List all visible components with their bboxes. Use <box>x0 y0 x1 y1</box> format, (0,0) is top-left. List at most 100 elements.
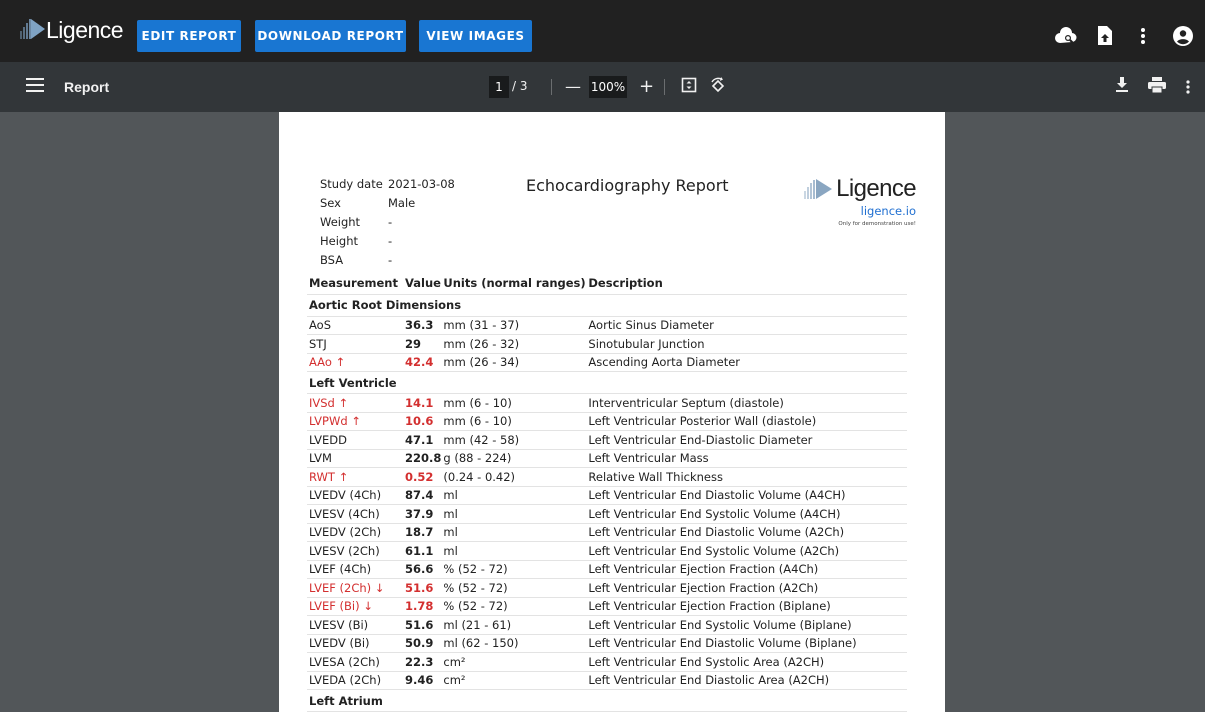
measurement-units: mm (42 - 58) <box>441 430 587 450</box>
measurement-name: LVESA (2Ch) <box>307 652 403 672</box>
measurement-description: Left Ventricular End Diastolic Volume (A… <box>586 486 907 505</box>
fit-page-icon[interactable] <box>681 77 697 99</box>
report-logo: Ligence ligence.io Only for demonstratio… <box>801 175 917 227</box>
zoom-in-icon[interactable]: + <box>639 76 654 98</box>
measurement-description: Left Ventricular End Diastolic Volume (A… <box>586 523 907 542</box>
measurement-description: Sinotubular Junction <box>586 334 907 354</box>
table-row: IVSd ↑ 14.1 mm (6 - 10) Interventricular Se… <box>307 393 907 413</box>
measurement-value: 56.6 <box>403 560 442 579</box>
section-header: Aortic Root Dimensions <box>307 294 907 317</box>
measurement-description: Left Ventricular Mass <box>586 449 907 468</box>
more-vert-icon[interactable] <box>1131 24 1155 48</box>
measurement-value: 61.1 <box>403 541 442 561</box>
zoom-out-icon[interactable]: — <box>565 76 581 98</box>
app-bar: Ligence EDIT REPORT DOWNLOAD REPORT VIEW… <box>0 0 1205 62</box>
measurement-description: Ascending Aorta Diameter <box>586 353 907 372</box>
measurement-name: LVM <box>307 449 403 468</box>
measurement-name: LVESV (4Ch) <box>307 504 403 524</box>
measurement-name: LVEDV (4Ch) <box>307 486 403 505</box>
measurement-description: Left Ventricular End Systolic Area (A2CH… <box>586 652 907 672</box>
measurement-value: 14.1 <box>403 393 442 413</box>
measurement-name: LVEF (2Ch) ↓ <box>307 578 403 598</box>
measurement-name: LVPWd ↑ <box>307 412 403 431</box>
measurement-units: mm (6 - 10) <box>441 393 587 413</box>
measurement-value: 47.1 <box>403 430 442 450</box>
toolbar-divider <box>551 79 552 95</box>
measurement-name: RWT ↑ <box>307 467 403 487</box>
document-title: Report <box>64 79 110 95</box>
patient-info: Study date 2021-03-08 Sex Male Weight - Hei… <box>320 177 455 272</box>
measurement-units: ml (62 - 150) <box>441 634 587 653</box>
header-measurement: Measurement <box>307 272 403 295</box>
zoom-input[interactable]: 100% <box>589 76 627 98</box>
measurement-units: ml <box>441 523 587 542</box>
measurement-value: 9.46 <box>403 671 442 690</box>
table-row: LVEDV (2Ch) 18.7 ml Left Ventricular End Di… <box>307 523 907 542</box>
measurement-name: LVEDV (Bi) <box>307 634 403 653</box>
table-row: LVM 220.8 g (88 - 224) Left Ventricular Mas… <box>307 449 907 468</box>
measurement-description: Relative Wall Thickness <box>586 467 907 487</box>
measurement-name: LVEDA (2Ch) <box>307 671 403 690</box>
measurement-description: Left Ventricular Posterior Wall (diastol… <box>586 412 907 431</box>
toolbar-divider <box>664 79 665 95</box>
measurement-units: % (52 - 72) <box>441 560 587 579</box>
measurement-description: Left Ventricular End Diastolic Volume (B… <box>586 634 907 653</box>
measurement-name: STJ <box>307 334 403 354</box>
table-row: LVEDV (4Ch) 87.4 ml Left Ventricular End Di… <box>307 486 907 505</box>
section-header: Left Ventricle <box>307 371 907 394</box>
brand-logo[interactable]: Ligence <box>20 12 124 48</box>
table-row: LVESV (4Ch) 37.9 ml Left Ventricular End Sy… <box>307 504 907 524</box>
measurement-description: Left Ventricular Ejection Fraction (A4Ch… <box>586 560 907 579</box>
measurement-units: ml <box>441 486 587 505</box>
table-row: STJ 29 mm (26 - 32) Sinotubular Junction <box>307 334 907 354</box>
brand-name: Ligence <box>46 16 124 43</box>
measurement-value: 0.52 <box>403 467 442 487</box>
section-title: Aortic Root Dimensions <box>307 294 907 317</box>
measurement-value: 51.6 <box>403 615 442 635</box>
table-row: LVPWd ↑ 10.6 mm (6 - 10) Left Ventricular P… <box>307 412 907 431</box>
table-row: LVEF (4Ch) 56.6% (52 - 72) Left Ventricula… <box>307 560 907 579</box>
measurement-units: cm² <box>441 671 587 690</box>
measurement-description: Left Ventricular End-Diastolic Diameter <box>586 430 907 450</box>
more-options-icon[interactable] <box>1186 78 1190 100</box>
measurement-units: mm (6 - 10) <box>441 412 587 431</box>
measurement-units: ml <box>441 504 587 524</box>
measurement-description: Aortic Sinus Diameter <box>586 316 907 335</box>
measurement-description: Left Ventricular End Systolic Volume (Bi… <box>586 615 907 635</box>
measurement-value: 18.7 <box>403 523 442 542</box>
account-icon[interactable] <box>1171 24 1195 48</box>
print-icon[interactable] <box>1148 77 1166 99</box>
download-icon[interactable] <box>1115 77 1129 99</box>
page-total: / 3 <box>512 79 528 93</box>
measurement-value: 37.9 <box>403 504 442 524</box>
measurement-name: LVEF (4Ch) <box>307 560 403 579</box>
table-row: LVEDA (2Ch) 9.46 cm² Left Ventricular End D… <box>307 671 907 690</box>
measurement-units: % (52 - 72) <box>441 578 587 598</box>
measurement-name: AAo ↑ <box>307 353 403 372</box>
measurement-name: LVESV (2Ch) <box>307 541 403 561</box>
measurement-units: g (88 - 224) <box>441 449 587 468</box>
measurements-body: Aortic Root Dimensions AoS 36.3 mm (31 - 37… <box>307 294 907 712</box>
file-upload-icon[interactable] <box>1093 24 1117 48</box>
table-row: LVESV (Bi) 51.6 ml (21 - 61) Left Ventricul… <box>307 615 907 635</box>
table-header: Measurement Value Units (normal ranges) … <box>307 272 907 295</box>
measurement-description: Left Ventricular Ejection Fraction (A2Ch… <box>586 578 907 598</box>
cloud-search-icon[interactable] <box>1054 24 1078 48</box>
measurement-name: LVEDV (2Ch) <box>307 523 403 542</box>
menu-icon[interactable] <box>26 78 44 94</box>
logo-link[interactable]: ligence.io <box>801 204 916 218</box>
measurement-description: Left Ventricular End Diastolic Area (A2C… <box>586 671 907 690</box>
measurement-value: 1.78 <box>403 597 442 616</box>
measurement-units: mm (31 - 37) <box>441 316 587 335</box>
measurement-name: LVEF (Bi) ↓ <box>307 597 403 616</box>
page-number-input[interactable]: 1 <box>489 76 509 98</box>
rotate-icon[interactable] <box>709 77 727 101</box>
view-images-button[interactable]: VIEW IMAGES <box>419 20 532 52</box>
measurement-description: Left Ventricular Ejection Fraction (Bipl… <box>586 597 907 616</box>
measurement-value: 87.4 <box>403 486 442 505</box>
demo-note: Only for demonstration use! <box>838 221 916 227</box>
download-report-button[interactable]: DOWNLOAD REPORT <box>255 20 406 52</box>
edit-report-button[interactable]: EDIT REPORT <box>137 20 241 52</box>
measurement-value: 51.6 <box>403 578 442 598</box>
measurement-name: IVSd ↑ <box>307 393 403 413</box>
